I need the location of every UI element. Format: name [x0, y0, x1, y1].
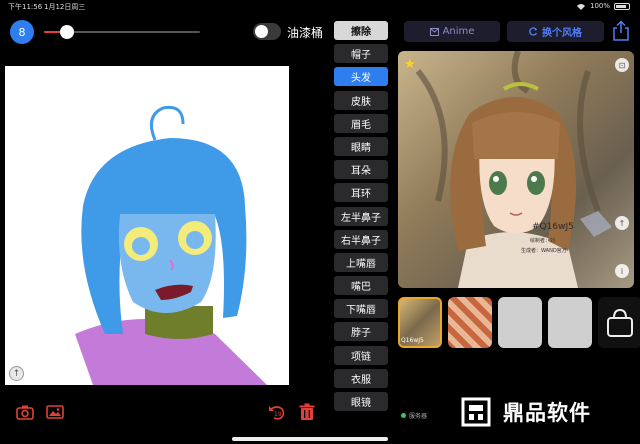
- part-button[interactable]: 皮肤: [334, 90, 388, 110]
- paint-bucket-toggle[interactable]: [253, 23, 281, 40]
- shopping-bag-icon[interactable]: [598, 297, 640, 348]
- slider-thumb[interactable]: [60, 25, 75, 39]
- battery-icon: [614, 2, 630, 10]
- part-button[interactable]: 左半鼻子: [334, 206, 388, 226]
- part-button[interactable]: 头发: [334, 67, 388, 87]
- server-label: 服务器: [409, 413, 428, 420]
- thumbnail-code: Q16wJ5: [401, 337, 424, 344]
- status-time: 下午11:56: [8, 3, 43, 11]
- bottom-right-tools: 19: [268, 403, 316, 421]
- paint-bucket-label: 油漆桶: [287, 26, 324, 40]
- thumbnail-placeholder-2[interactable]: [548, 297, 592, 348]
- part-button[interactable]: 嘴巴: [334, 276, 388, 296]
- battery-percent: 100%: [589, 2, 610, 10]
- part-button[interactable]: 右半鼻子: [334, 229, 388, 249]
- watermark-generator: 生成者：WAND官方: [521, 248, 567, 254]
- share-icon[interactable]: [611, 20, 631, 42]
- generated-anime-image: ★ ⊡ ↑ i #Q16wJ5 绘制者：刘 生成者：WAND官方: [398, 51, 634, 288]
- status-date: 1月12日周三: [44, 3, 86, 11]
- watermark-drawer: 绘制者：刘: [530, 238, 556, 244]
- part-button[interactable]: 项链: [334, 345, 388, 365]
- undo-icon[interactable]: 19: [268, 403, 286, 421]
- eraser-button[interactable]: 擦除: [334, 21, 388, 40]
- sketch-hair-strand: [149, 105, 185, 141]
- brush-size-slider[interactable]: [44, 25, 200, 39]
- status-right: 100%: [576, 2, 630, 10]
- photo-library-icon[interactable]: [46, 404, 64, 420]
- camera-icon[interactable]: [16, 404, 34, 420]
- change-style-button[interactable]: 换个风格: [507, 21, 604, 42]
- part-button[interactable]: 眉毛: [334, 113, 388, 133]
- part-button[interactable]: 脖子: [334, 322, 388, 342]
- drawing-canvas[interactable]: ↑: [5, 66, 289, 385]
- part-button[interactable]: 耳朵: [334, 160, 388, 180]
- status-bar: 下午11:56 1月12日周三 100%: [0, 0, 640, 12]
- part-selector-list: 擦除帽子头发皮肤眉毛眼睛耳朵耳环左半鼻子右半鼻子上嘴唇嘴巴下嘴唇脖子项链衣服眼镜: [334, 21, 388, 415]
- part-button[interactable]: 眼镜: [334, 392, 388, 411]
- server-status-dot: [401, 413, 406, 418]
- info-icon[interactable]: i: [615, 264, 629, 278]
- home-indicator: [232, 437, 388, 441]
- change-style-label: 换个风格: [542, 28, 582, 39]
- part-button[interactable]: 下嘴唇: [334, 299, 388, 319]
- part-button[interactable]: 衣服: [334, 368, 388, 388]
- refresh-icon: [529, 27, 538, 36]
- brand-name: 鼎品软件: [503, 401, 591, 425]
- part-button[interactable]: 眼睛: [334, 136, 388, 156]
- svg-text:19: 19: [274, 411, 282, 418]
- result-thumbnails: Q16wJ5: [398, 297, 640, 348]
- toggle-knob: [255, 25, 268, 38]
- result-share-icon[interactable]: ↑: [615, 216, 629, 230]
- anime-label: Anime: [442, 26, 475, 37]
- part-button[interactable]: 耳环: [334, 183, 388, 203]
- star-icon[interactable]: ★: [404, 57, 416, 72]
- server-status: 服务器: [401, 411, 427, 420]
- thumbnail-selected[interactable]: Q16wJ5: [398, 297, 442, 348]
- watermark-code: #Q16wJ5: [532, 222, 574, 232]
- bag-icon[interactable]: ⊡: [615, 58, 629, 72]
- envelope-icon: [429, 27, 439, 36]
- anime-style-button[interactable]: Anime: [404, 21, 500, 42]
- upload-icon[interactable]: ↑: [9, 366, 24, 381]
- anime-portrait: [415, 51, 612, 288]
- brush-size-badge[interactable]: 8: [10, 20, 34, 44]
- thumbnail-2[interactable]: [448, 297, 492, 348]
- part-button[interactable]: 上嘴唇: [334, 252, 388, 272]
- bag-outline-icon: [607, 308, 633, 337]
- trash-icon[interactable]: [298, 403, 316, 421]
- brand-logo-icon: [461, 397, 491, 427]
- sketch-drawing: [75, 105, 267, 385]
- bottom-left-tools: [16, 404, 64, 420]
- brand-watermark: 鼎品软件: [439, 380, 639, 444]
- thumbnail-placeholder-1[interactable]: [498, 297, 542, 348]
- part-button[interactable]: 帽子: [334, 44, 388, 64]
- wifi-icon: [576, 3, 585, 10]
